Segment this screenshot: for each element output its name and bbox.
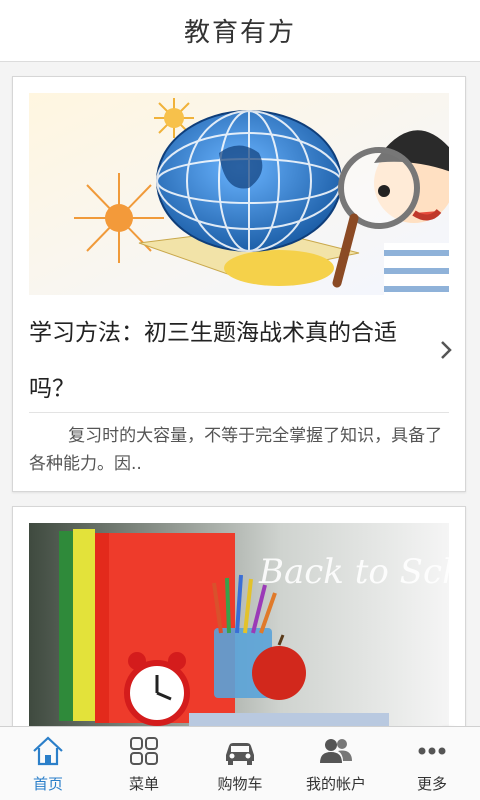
article-title[interactable]: 学习方法：初三生题海战术真的合适吗？: [29, 305, 429, 417]
tab-label: 菜单: [128, 775, 159, 793]
article-list[interactable]: 学习方法：初三生题海战术真的合适吗？ 复习时的大容量，不等于完全掌握了知识，具备…: [0, 62, 480, 726]
page-title: 教育有方: [183, 18, 296, 48]
tab-label: 首页: [32, 775, 63, 793]
tab-account[interactable]: 我的帐户: [288, 727, 384, 800]
tab-menu[interactable]: 菜单: [96, 727, 192, 800]
home-icon: [33, 736, 63, 766]
grid-icon: [130, 737, 158, 765]
more-icon: [418, 747, 446, 755]
users-icon: [320, 739, 352, 763]
tab-cart[interactable]: 购物车: [192, 727, 288, 800]
article-summary: 复习时的大容量，不等于完全掌握了知识，具备了各种能力。因..: [29, 426, 443, 474]
tab-label: 更多: [416, 775, 447, 793]
divider: [29, 412, 449, 413]
car-icon: [226, 743, 254, 765]
article-image[interactable]: [29, 93, 449, 295]
bottom-tabbar: 首页 菜单 购物车 我的帐户 更多: [0, 726, 480, 800]
header-bar: 教育有方: [0, 0, 480, 62]
article-image[interactable]: Back to School: [29, 523, 449, 726]
tab-more[interactable]: 更多: [384, 727, 480, 800]
chalkboard-text: Back to School: [258, 552, 449, 592]
tab-label: 购物车: [217, 775, 263, 793]
article-card[interactable]: 学习方法：初三生题海战术真的合适吗？ 复习时的大容量，不等于完全掌握了知识，具备…: [12, 76, 466, 492]
tab-label: 我的帐户: [305, 775, 366, 793]
article-card[interactable]: Back to School: [12, 506, 466, 726]
tab-home[interactable]: 首页: [0, 727, 96, 800]
chevron-right-icon[interactable]: [439, 339, 453, 367]
